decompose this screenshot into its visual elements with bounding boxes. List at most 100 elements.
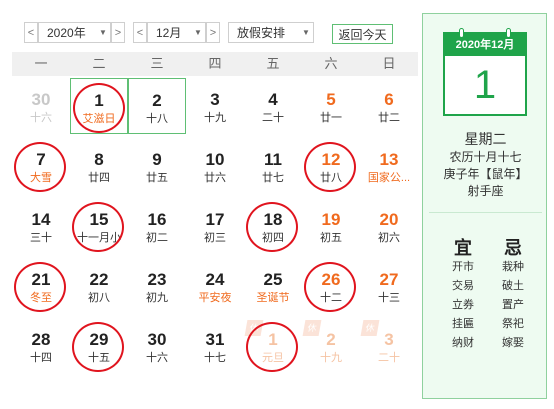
return-today-button[interactable]: 返回今天 bbox=[332, 24, 393, 44]
day-number: 14 bbox=[31, 210, 51, 229]
binder-ring-icon bbox=[459, 28, 464, 38]
ji-item: 祭祀 bbox=[502, 318, 524, 330]
day-cell[interactable]: 10 廿六 bbox=[186, 138, 244, 194]
day-number: 16 bbox=[147, 210, 167, 229]
day-number: 24 bbox=[205, 270, 225, 289]
day-cell[interactable]: 29 十五 bbox=[70, 318, 128, 374]
day-lunar-label: 廿七 bbox=[262, 172, 284, 184]
day-lunar-label: 十七 bbox=[204, 352, 226, 364]
day-number: 22 bbox=[89, 270, 109, 289]
big-calendar-icon: 2020年12月 1 bbox=[443, 28, 527, 116]
detail-lunar-date: 农历十月十七 bbox=[449, 150, 522, 164]
day-lunar-label: 三十 bbox=[30, 232, 52, 244]
day-detail-panel: 2020年12月 1 星期二 农历十月十七 庚子年【鼠年】 射手座 宜 忌 开市… bbox=[422, 13, 547, 399]
day-cell[interactable]: 休 1 元旦 bbox=[244, 318, 302, 374]
day-cell[interactable]: 4 二十 bbox=[244, 78, 302, 134]
day-lunar-label: 十八 bbox=[146, 113, 168, 125]
day-cell[interactable]: 20 初六 bbox=[360, 198, 418, 254]
caret-down-icon: ▼ bbox=[302, 28, 310, 37]
yi-item: 纳财 bbox=[452, 337, 474, 349]
day-cell[interactable]: 25 圣诞节 bbox=[244, 258, 302, 314]
day-lunar-label: 国家公... bbox=[367, 172, 411, 184]
chevron-right-icon: > bbox=[114, 26, 122, 39]
day-number: 30 bbox=[147, 330, 167, 349]
day-number: 25 bbox=[263, 270, 283, 289]
weekday-label: 二 bbox=[92, 56, 106, 71]
ji-heading: 忌 bbox=[504, 238, 522, 258]
day-number: 31 bbox=[205, 330, 225, 349]
day-cell[interactable]: 9 廿五 bbox=[128, 138, 186, 194]
day-cell[interactable]: 22 初八 bbox=[70, 258, 128, 314]
day-cell[interactable]: 30 十六 bbox=[12, 78, 70, 134]
day-cell[interactable]: 8 廿四 bbox=[70, 138, 128, 194]
day-cell[interactable]: 17 初三 bbox=[186, 198, 244, 254]
yi-item: 开市 bbox=[452, 261, 474, 273]
prev-month-button[interactable]: < bbox=[133, 22, 147, 43]
day-cell[interactable]: 7 大雪 bbox=[12, 138, 70, 194]
day-cell[interactable]: 19 初五 bbox=[302, 198, 360, 254]
red-circle-annotation bbox=[246, 322, 298, 372]
month-select[interactable]: 12月 ▼ bbox=[147, 22, 206, 43]
day-cell[interactable]: 2 十八 bbox=[128, 78, 186, 134]
day-number: 28 bbox=[31, 330, 51, 349]
day-number: 4 bbox=[268, 90, 278, 109]
day-cell[interactable]: 休 2 十九 bbox=[302, 318, 360, 374]
day-cell[interactable]: 15 十一月小 bbox=[70, 198, 128, 254]
day-number: 6 bbox=[384, 90, 394, 109]
day-lunar-label: 初九 bbox=[146, 292, 168, 304]
day-cell[interactable]: 1 艾滋日 bbox=[70, 78, 128, 134]
calendar-widget: < 2020年 ▼ > < 12月 ▼ > 放假安排 ▼ 返回今天 一 二 三 四 五 六… bbox=[0, 0, 554, 409]
year-select-value: 2020年 bbox=[47, 26, 86, 40]
day-number: 10 bbox=[205, 150, 225, 169]
yi-item: 挂匾 bbox=[452, 318, 474, 330]
day-number: 2 bbox=[152, 91, 162, 110]
day-cell[interactable]: 休 3 二十 bbox=[360, 318, 418, 374]
day-lunar-label: 十九 bbox=[320, 352, 342, 364]
day-cell[interactable]: 14 三十 bbox=[12, 198, 70, 254]
day-cell[interactable]: 11 廿七 bbox=[244, 138, 302, 194]
day-cell[interactable]: 30 十六 bbox=[128, 318, 186, 374]
day-lunar-label: 初三 bbox=[204, 232, 226, 244]
detail-ganzhi-year: 庚子年【鼠年】 bbox=[443, 167, 528, 181]
day-lunar-label: 圣诞节 bbox=[256, 292, 290, 304]
day-cell[interactable]: 12 廿八 bbox=[302, 138, 360, 194]
day-cell[interactable]: 23 初九 bbox=[128, 258, 186, 314]
red-circle-annotation bbox=[14, 142, 66, 192]
caret-down-icon: ▼ bbox=[99, 28, 107, 37]
next-month-button[interactable]: > bbox=[206, 22, 220, 43]
detail-zodiac: 射手座 bbox=[467, 184, 504, 198]
red-circle-annotation bbox=[14, 262, 66, 312]
day-cell[interactable]: 13 国家公... bbox=[360, 138, 418, 194]
month-select-value: 12月 bbox=[156, 26, 182, 40]
day-number: 11 bbox=[264, 150, 282, 169]
red-circle-annotation bbox=[73, 83, 125, 133]
day-lunar-label: 廿一 bbox=[320, 112, 342, 124]
day-cell[interactable]: 27 十三 bbox=[360, 258, 418, 314]
holiday-select[interactable]: 放假安排 ▼ bbox=[228, 22, 314, 43]
prev-year-button[interactable]: < bbox=[24, 22, 38, 43]
weekday-label: 六 bbox=[324, 56, 338, 71]
divider bbox=[429, 212, 542, 213]
detail-weekday: 星期二 bbox=[464, 131, 507, 147]
day-cell[interactable]: 31 十七 bbox=[186, 318, 244, 374]
day-cell[interactable]: 21 冬至 bbox=[12, 258, 70, 314]
day-lunar-label: 初八 bbox=[88, 292, 110, 304]
day-cell[interactable]: 24 平安夜 bbox=[186, 258, 244, 314]
day-cell[interactable]: 6 廿二 bbox=[360, 78, 418, 134]
year-select[interactable]: 2020年 ▼ bbox=[38, 22, 111, 43]
big-calendar-day: 1 bbox=[473, 63, 497, 107]
day-lunar-label: 十九 bbox=[204, 112, 226, 124]
day-cell[interactable]: 16 初二 bbox=[128, 198, 186, 254]
day-cell[interactable]: 28 十四 bbox=[12, 318, 70, 374]
day-cell[interactable]: 26 十二 bbox=[302, 258, 360, 314]
day-lunar-label: 廿五 bbox=[146, 172, 168, 184]
holiday-select-value: 放假安排 bbox=[237, 26, 286, 40]
day-cell[interactable]: 5 廿一 bbox=[302, 78, 360, 134]
day-lunar-label: 十四 bbox=[30, 352, 52, 364]
next-year-button[interactable]: > bbox=[111, 22, 125, 43]
weekday-label: 三 bbox=[150, 56, 164, 71]
yi-list: 开市 交易 立券 挂匾 纳财 bbox=[443, 258, 483, 353]
big-calendar-month: 2020年12月 bbox=[445, 34, 525, 56]
day-cell[interactable]: 3 十九 bbox=[186, 78, 244, 134]
day-cell[interactable]: 18 初四 bbox=[244, 198, 302, 254]
